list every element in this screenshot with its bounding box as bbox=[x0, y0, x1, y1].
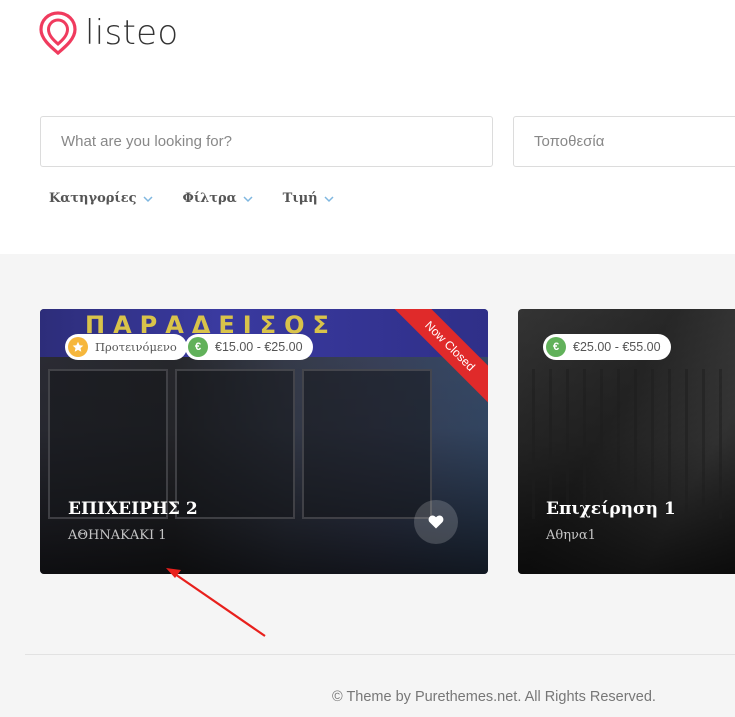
listing-title: Επιχείρηση 1 bbox=[546, 499, 676, 519]
chevron-down-icon bbox=[324, 195, 334, 202]
price-label: Τιμή bbox=[282, 191, 318, 206]
shop-window bbox=[48, 369, 168, 519]
price-badge: € €25.00 - €55.00 bbox=[543, 334, 671, 360]
chevron-down-icon bbox=[243, 195, 253, 202]
location-input[interactable] bbox=[513, 116, 735, 167]
chevron-down-icon bbox=[142, 195, 153, 202]
keyword-search-input[interactable] bbox=[40, 116, 493, 167]
featured-badge: Προτεινόμενο bbox=[65, 334, 187, 360]
categories-label: Κατηγορίες bbox=[49, 191, 137, 206]
shop-window bbox=[175, 369, 295, 519]
shop-window bbox=[302, 369, 432, 519]
listing-card[interactable]: € €25.00 - €55.00 Επιχείρηση 1 Αθηνα1 bbox=[518, 309, 735, 574]
logo[interactable]: listeo bbox=[39, 11, 178, 55]
map-pin-logo-icon bbox=[39, 11, 77, 55]
filter-bar: Κατηγορίες Φίλτρα Τιμή bbox=[49, 191, 334, 206]
price-dropdown[interactable]: Τιμή bbox=[283, 191, 334, 206]
search-area: Κατηγορίες Φίλτρα Τιμή bbox=[0, 71, 735, 254]
star-icon bbox=[68, 337, 88, 357]
footer-copyright: © Theme by Purethemes.net. All Rights Re… bbox=[332, 689, 656, 705]
listing-card[interactable]: ΠΑΡΑΔΕΙΣΟΣ Προτεινόμενο € €15.00 - €25.0… bbox=[40, 309, 488, 574]
euro-icon: € bbox=[188, 337, 208, 357]
heart-icon bbox=[428, 515, 444, 529]
filters-label: Φίλτρα bbox=[182, 191, 237, 206]
bookmark-button[interactable] bbox=[414, 500, 458, 544]
euro-icon: € bbox=[546, 337, 566, 357]
listing-address: ΑΘΗΝΑΚΑΚΙ 1 bbox=[68, 528, 167, 543]
listing-title: ΕΠΙΧΕΙΡΗΣ 2 bbox=[68, 499, 198, 519]
featured-label: Προτεινόμενο bbox=[95, 340, 177, 354]
header: listeo bbox=[0, 0, 735, 71]
price-range: €15.00 - €25.00 bbox=[215, 340, 303, 354]
price-badge: € €15.00 - €25.00 bbox=[185, 334, 313, 360]
categories-dropdown[interactable]: Κατηγορίες bbox=[49, 191, 153, 206]
filters-dropdown[interactable]: Φίλτρα bbox=[183, 191, 253, 206]
footer-divider bbox=[25, 654, 735, 655]
listing-address: Αθηνα1 bbox=[546, 528, 596, 543]
logo-text: listeo bbox=[85, 13, 179, 53]
photo-detail bbox=[518, 369, 735, 519]
price-range: €25.00 - €55.00 bbox=[573, 340, 661, 354]
